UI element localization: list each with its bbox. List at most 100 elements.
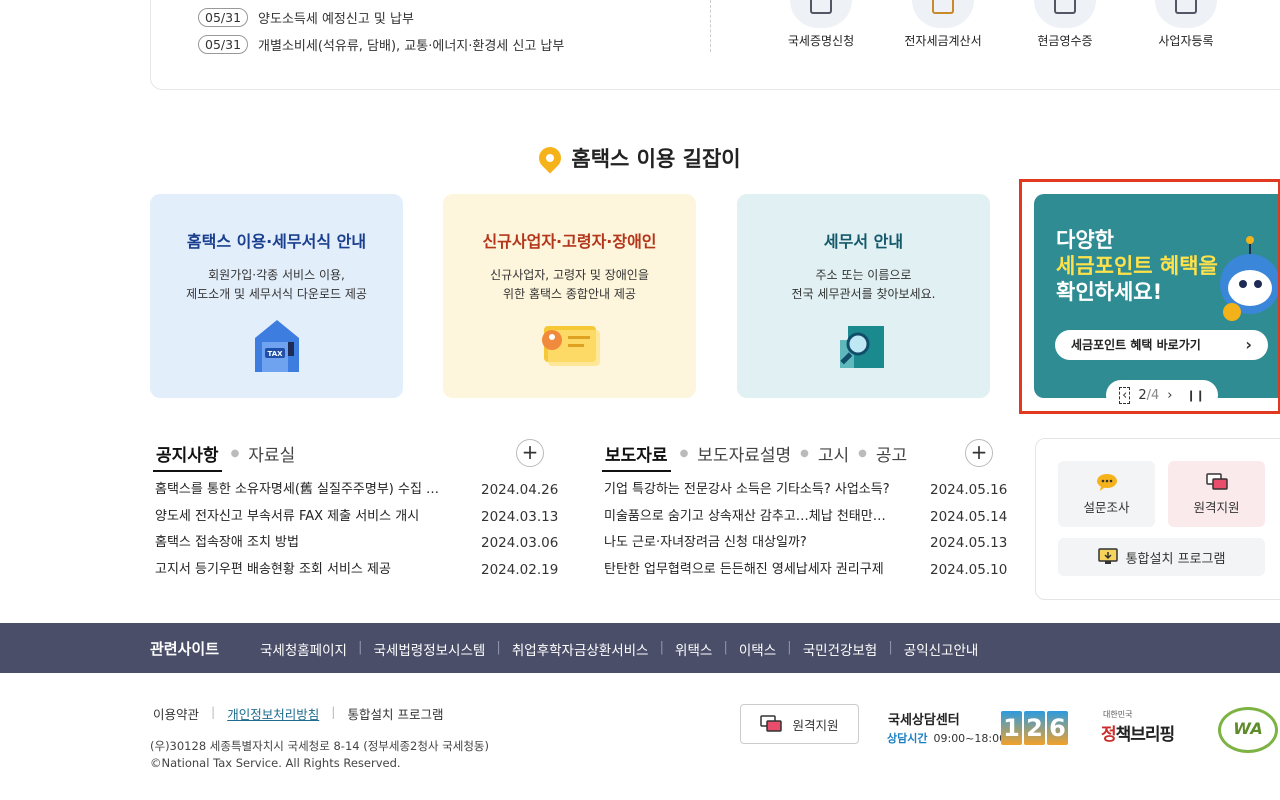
list-item-date: 2024.05.16 [930, 482, 1008, 498]
call-center-number: 126 [1001, 711, 1068, 745]
tax-invoice-icon [912, 0, 974, 28]
policy-briefing-logo[interactable]: 정책브리핑 [1101, 720, 1175, 745]
install-link[interactable]: 통합설치 프로그램 [347, 704, 443, 723]
monitor-icon [1205, 473, 1228, 490]
schedule-item[interactable]: 05/31 개별소비세(석유류, 담배), 교통·에너지·환경세 신고 납부 [198, 35, 564, 54]
guide-card-desc: 회원가입·각종 서비스 이용, 제도소개 및 세무서식 다운로드 제공 [186, 268, 367, 301]
list-item-date: 2024.05.10 [930, 562, 1008, 578]
service-label: 현금영수증 [1037, 34, 1093, 48]
related-link[interactable]: 이택스 [739, 639, 776, 659]
tax-house-icon: TAX [254, 320, 299, 372]
list-item[interactable]: 미술품으로 숨기고 상속재산 감추고…체납 천태만… 2024.05.14 [604, 507, 1014, 527]
pause-icon[interactable]: ❙❙ [1186, 389, 1204, 402]
footer-links: 이용약관 | 개인정보처리방침 | 통합설치 프로그램 [153, 704, 444, 723]
service-business-register[interactable]: 사업자등록 [1136, 0, 1236, 49]
schedule-date: 05/31 [198, 8, 249, 27]
monitor-icon [760, 715, 783, 732]
web-accessibility-mark: WA [1218, 707, 1278, 753]
related-links: 국세청홈페이지 | 국세법령정보시스템 | 취업후학자금상환서비스 | 위택스 | 이택… [260, 639, 979, 659]
list-item[interactable]: 홈택스 접속장애 조치 방법 2024.03.06 [155, 533, 565, 553]
list-item[interactable]: 홈택스를 통한 소유자명세(舊 실질주주명부) 수집 … 2024.04.26 [155, 480, 565, 500]
guide-title-text: 홈택스 이용 길잡이 [571, 147, 741, 171]
install-label: 통합설치 프로그램 [1125, 551, 1226, 567]
list-item[interactable]: 양도세 전자신고 부속서류 FAX 제출 서비스 개시 2024.03.13 [155, 507, 565, 527]
related-link[interactable]: 위택스 [675, 639, 712, 659]
list-item[interactable]: 기업 특강하는 전문강사 소득은 기타소득? 사업소득? 2024.05.16 [604, 480, 1014, 500]
guide-heading: 홈택스 이용 길잡이 [0, 142, 1280, 174]
list-item-date: 2024.02.19 [481, 562, 559, 578]
related-sites-title: 관련사이트 [150, 640, 220, 658]
survey-label: 설문조사 [1083, 500, 1130, 515]
highlight-outline [1019, 179, 1280, 414]
list-item[interactable]: 탄탄한 업무협력으로 든든해진 영세납세자 권리구제 2024.05.10 [604, 560, 1014, 580]
call-center-hours: 상담시간 09:00~18:00 [887, 732, 1007, 745]
guide-card-desc: 신규사업자, 고령자 및 장애인을 위한 홈택스 종합안내 제공 [490, 268, 649, 301]
related-link[interactable]: 국세청홈페이지 [260, 639, 347, 659]
list-item-date: 2024.05.13 [930, 535, 1008, 551]
press-tabs: 보도자료 ● 보도자료설명 ● 고시 ● 공고 [602, 441, 907, 472]
business-register-icon [1155, 0, 1217, 28]
list-item[interactable]: 나도 근로·자녀장려금 신청 대상일까? 2024.05.13 [604, 533, 1014, 553]
footer-address: (우)30128 세종특별자치시 국세청로 8-14 (정부세종2청사 국세청동… [150, 739, 489, 753]
service-cash-receipt[interactable]: 현금영수증 [1015, 0, 1115, 49]
remote-label: 원격지원 [1193, 500, 1240, 515]
guide-card-new-business[interactable]: 신규사업자·고령자·장애인 신규사업자, 고령자 및 장애인을 위한 홈택스 종합… [443, 194, 696, 398]
related-link[interactable]: 국세법령정보시스템 [374, 639, 486, 659]
list-item-title: 탄탄한 업무협력으로 든든해진 영세납세자 권리구제 [604, 562, 884, 577]
service-certificate[interactable]: 국세증명신청 [771, 0, 871, 49]
privacy-link[interactable]: 개인정보처리방침 [227, 704, 319, 723]
next-icon[interactable]: › [1167, 388, 1172, 403]
service-label: 사업자등록 [1158, 34, 1214, 48]
tab-press-explanation[interactable]: 보도자료설명 [697, 441, 791, 472]
footer-remote-button[interactable]: 원격지원 [740, 704, 859, 744]
schedule-text: 개별소비세(석유류, 담배), 교통·에너지·환경세 신고 납부 [258, 39, 565, 54]
notice-tabs: 공지사항 ● 자료실 [153, 441, 295, 472]
briefing-caption: 대한민국 [1103, 710, 1133, 719]
tab-notice[interactable]: 공지사항 [153, 441, 222, 472]
list-item-title: 양도세 전자신고 부속서류 FAX 제출 서비스 개시 [155, 509, 420, 524]
related-link[interactable]: 공익신고안내 [904, 639, 979, 659]
tab-notification[interactable]: 고시 [818, 441, 849, 472]
tab-press-release[interactable]: 보도자료 [602, 441, 671, 472]
list-item-date: 2024.03.06 [481, 535, 559, 551]
press-more-button[interactable]: + [965, 439, 993, 467]
tab-announcement[interactable]: 공고 [876, 441, 907, 472]
page-indicator: 2/4 [1138, 387, 1160, 403]
speech-bubble-icon [1096, 474, 1117, 491]
svg-text:TAX: TAX [267, 350, 283, 358]
guide-card-desc: 주소 또는 이름으로 전국 세무관서를 찾아보세요. [791, 268, 936, 301]
list-item-title: 홈택스를 통한 소유자명세(舊 실질주주명부) 수집 … [155, 482, 440, 497]
list-item-date: 2024.04.26 [481, 482, 559, 498]
service-tax-invoice[interactable]: 전자세금계산서 [893, 0, 993, 49]
schedule-text: 양도소득세 예정신고 및 납부 [258, 12, 414, 27]
building-search-icon [839, 326, 884, 368]
terms-link[interactable]: 이용약관 [153, 704, 199, 723]
guide-card-title: 세무서 안내 [823, 232, 904, 251]
tab-library[interactable]: 자료실 [248, 441, 295, 472]
install-program-button[interactable]: 통합설치 프로그램 [1058, 538, 1265, 576]
guide-card-title: 신규사업자·고령자·장애인 [482, 232, 657, 251]
remote-support-button[interactable]: 원격지원 [1168, 461, 1265, 527]
service-label: 국세증명신청 [787, 34, 855, 48]
list-item-title: 기업 특강하는 전문강사 소득은 기타소득? 사업소득? [604, 482, 890, 497]
footer-copyright: ©National Tax Service. All Rights Reserv… [150, 756, 401, 770]
tab-separator: ● [800, 448, 809, 459]
tab-separator: ● [858, 448, 867, 459]
plus-icon: + [970, 440, 988, 464]
tab-separator: ● [679, 448, 689, 459]
divider [710, 0, 711, 52]
notice-more-button[interactable]: + [516, 439, 544, 467]
guide-card-title: 홈택스 이용·세무서식 안내 [186, 232, 367, 251]
list-item-title: 홈택스 접속장애 조치 방법 [155, 535, 299, 550]
guide-card-hometax[interactable]: 홈택스 이용·세무서식 안내 회원가입·각종 서비스 이용, 제도소개 및 세무서… [150, 194, 403, 398]
list-item-title: 고지서 등기우편 배송현황 조회 서비스 제공 [155, 562, 391, 577]
related-link[interactable]: 국민건강보험 [803, 639, 878, 659]
survey-button[interactable]: 설문조사 [1058, 461, 1155, 527]
schedule-item[interactable]: 05/31 양도소득세 예정신고 및 납부 [198, 8, 414, 27]
prev-icon[interactable]: ‹ [1119, 386, 1131, 404]
list-item[interactable]: 고지서 등기우편 배송현황 조회 서비스 제공 2024.02.19 [155, 560, 565, 580]
related-link[interactable]: 취업후학자금상환서비스 [512, 639, 649, 659]
tab-separator: ● [230, 448, 240, 459]
guide-card-tax-office[interactable]: 세무서 안내 주소 또는 이름으로 전국 세무관서를 찾아보세요. [737, 194, 990, 398]
list-item-date: 2024.03.13 [481, 509, 559, 525]
